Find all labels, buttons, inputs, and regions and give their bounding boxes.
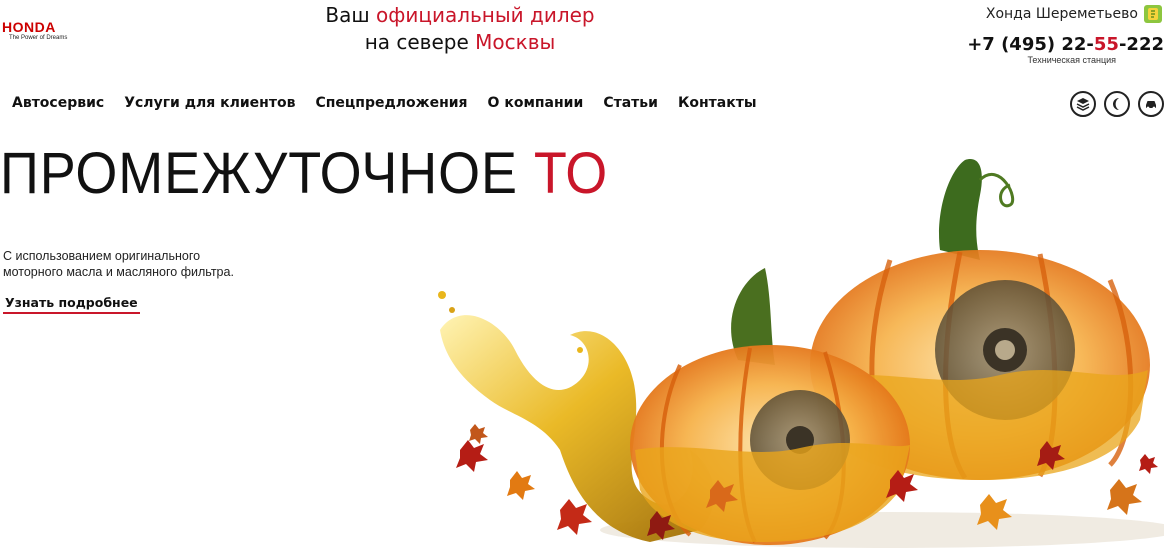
dealership-name[interactable]: Хонда Шереметьево xyxy=(986,6,1138,22)
dealer-line-1: Ваш официальный дилер xyxy=(325,3,595,27)
dealer-badge-icon xyxy=(1144,5,1162,23)
nav-item-service[interactable]: Автосервис xyxy=(12,95,104,111)
nav-item-contacts[interactable]: Контакты xyxy=(678,95,757,111)
hero-description: С использованием оригинального моторного… xyxy=(3,249,234,279)
nav-item-about[interactable]: О компании xyxy=(488,95,584,111)
theme-toggle-button[interactable] xyxy=(1104,91,1130,117)
contact-block: Хонда Шереметьево +7 (495) 22-55-222 Тех… xyxy=(934,2,1164,65)
pumpkin-tendril xyxy=(978,172,1015,208)
layers-button[interactable] xyxy=(1070,91,1096,117)
brand-wordmark: HONDA xyxy=(2,19,56,35)
honda-logo[interactable]: HONDA The Power of Dreams xyxy=(2,20,94,42)
pumpkin-stem-big xyxy=(939,159,982,260)
moon-icon xyxy=(1113,98,1119,110)
phone-caption: Техническая станция xyxy=(1027,55,1116,65)
main-nav: Автосервис Услуги для клиентов Спецпредл… xyxy=(12,95,757,111)
car-icon xyxy=(1146,101,1156,110)
brand-tagline: The Power of Dreams xyxy=(9,35,68,41)
dealer-line-2: на севере Москвы xyxy=(364,30,556,54)
car-button[interactable] xyxy=(1138,91,1164,117)
nav-item-special-offers[interactable]: Спецпредложения xyxy=(315,95,467,111)
learn-more-link[interactable]: Узнать подробнее xyxy=(3,295,140,314)
phone-number[interactable]: +7 (495) 22-55-222 xyxy=(934,35,1164,55)
layers-icon xyxy=(1076,98,1090,111)
nav-item-client-services[interactable]: Услуги для клиентов xyxy=(124,95,295,111)
dealer-headline: Ваш официальный дилер на севере Москвы xyxy=(290,2,630,56)
hero-illustration xyxy=(438,159,1164,548)
tool-buttons xyxy=(1070,91,1164,117)
nav-item-articles[interactable]: Статьи xyxy=(603,95,658,111)
